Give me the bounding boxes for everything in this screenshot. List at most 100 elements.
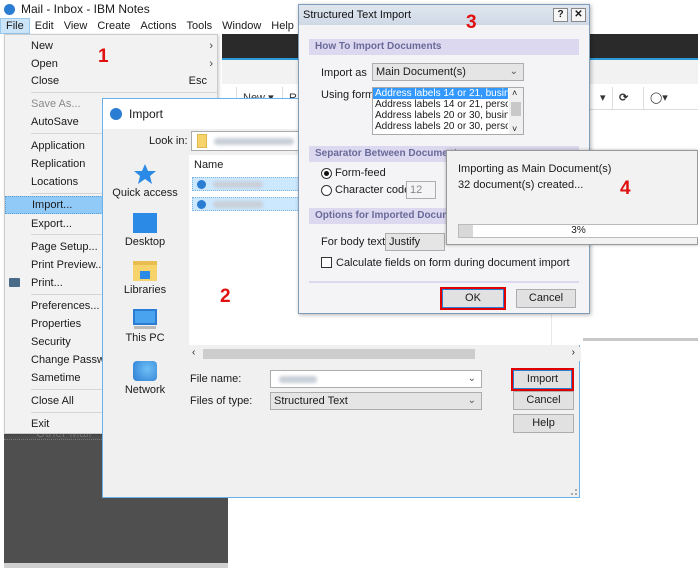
cancel-button[interactable]: Cancel — [516, 289, 576, 308]
folder-icon — [197, 134, 207, 148]
name-column-header[interactable]: Name — [194, 159, 223, 171]
separator — [31, 92, 217, 93]
menu-item-close[interactable]: Close Esc — [5, 72, 217, 90]
computer-icon — [133, 309, 157, 325]
toolbar-dropdown[interactable]: ▾ — [594, 87, 612, 109]
using-form-list[interactable]: Address labels 14 or 21, business Addres… — [372, 87, 524, 135]
menu-tools[interactable]: Tools — [181, 18, 217, 34]
scroll-right-icon[interactable]: › — [572, 347, 575, 358]
ok-button[interactable]: OK — [440, 287, 506, 310]
form-feed-label: Form-feed — [335, 167, 386, 179]
refresh-button[interactable]: ⟳ — [612, 87, 634, 109]
keyboard-icon — [134, 326, 156, 329]
help-icon[interactable]: ? — [553, 8, 568, 22]
chat-bubble-icon: ◯▾ — [650, 92, 668, 104]
network-icon — [133, 361, 157, 381]
import-button[interactable]: Import — [511, 368, 574, 391]
dialog-title: Import — [129, 107, 164, 121]
scroll-down-icon[interactable]: ˅ — [512, 124, 517, 134]
menu-file[interactable]: File — [0, 18, 30, 34]
submenu-arrow-icon: › — [209, 40, 213, 52]
chat-button[interactable]: ◯▾ — [643, 87, 674, 109]
progress-bar: 3% — [458, 224, 698, 238]
resize-grip[interactable] — [571, 489, 577, 495]
form-option[interactable]: Address labels 14 or 21, personal — [373, 99, 508, 110]
close-icon[interactable]: ✕ — [571, 8, 586, 22]
redacted-filename — [279, 376, 317, 383]
label: Print... — [31, 277, 63, 289]
file-name-input[interactable]: ⌄ — [270, 370, 482, 388]
scroll-up-icon[interactable]: ˄ — [512, 88, 517, 98]
menu-actions[interactable]: Actions — [135, 18, 181, 34]
redacted-path — [214, 138, 294, 145]
menu-create[interactable]: Create — [92, 18, 135, 34]
radio-form-feed[interactable] — [321, 168, 332, 179]
place-desktop[interactable]: Desktop — [103, 213, 187, 248]
character-code-input[interactable]: 12 — [406, 181, 436, 199]
radio-character-code[interactable] — [321, 185, 332, 196]
notes-file-icon — [197, 200, 206, 209]
step-2-marker: 2 — [220, 286, 231, 307]
form-option[interactable]: Address labels 14 or 21, business — [373, 88, 508, 99]
calculate-fields-checkbox[interactable] — [321, 257, 332, 268]
progress-percent: 3% — [571, 225, 586, 236]
dialog-title: Structured Text Import — [303, 9, 412, 21]
redacted-filename — [213, 201, 263, 208]
step-4-marker: 4 — [620, 178, 631, 199]
dropdown-arrow-icon: ▾ — [600, 92, 606, 104]
place-network[interactable]: Network — [103, 361, 187, 396]
form-option[interactable]: Address labels 20 or 30, business — [373, 110, 508, 121]
using-form-label: Using form — [321, 89, 375, 101]
scroll-left-icon[interactable]: ‹ — [192, 347, 195, 358]
pane-scrollbar[interactable] — [4, 563, 228, 568]
menu-item-open[interactable]: Open › — [5, 55, 217, 73]
look-in-label: Look in: — [149, 135, 188, 147]
file-name-label: File name: — [190, 373, 242, 385]
redacted-filename — [213, 181, 263, 188]
menu-view[interactable]: View — [59, 18, 93, 34]
chevron-down-icon: ⌄ — [467, 395, 476, 406]
label: New — [31, 40, 54, 52]
import-as-label: Import as — [321, 67, 367, 79]
menubar: File Edit View Create Actions Tools Wind… — [0, 18, 298, 34]
notes-file-icon — [197, 180, 206, 189]
progress-status-line: Importing as Main Document(s) — [458, 163, 612, 175]
divider — [309, 281, 579, 283]
place-libraries[interactable]: Libraries — [103, 261, 187, 296]
form-option[interactable]: Address labels 20 or 30, personal — [373, 121, 508, 132]
label: Libraries — [123, 284, 167, 296]
divider — [583, 338, 698, 341]
vertical-scrollbar[interactable]: ˄ ˅ — [509, 88, 523, 134]
label: Close — [31, 75, 60, 87]
selected-value: Structured Text — [274, 395, 348, 407]
submenu-arrow-icon: › — [209, 58, 213, 70]
ibm-notes-logo-icon — [4, 3, 15, 15]
shortcut: Esc — [188, 75, 207, 87]
step-1-marker: 1 — [98, 46, 109, 67]
horizontal-scrollbar[interactable]: ‹ › — [189, 347, 581, 361]
body-text-label: For body text — [321, 236, 386, 248]
menu-item-new[interactable]: New › — [5, 37, 217, 55]
import-as-select[interactable]: Main Document(s) ⌄ — [372, 63, 524, 81]
menu-help[interactable]: Help — [266, 18, 299, 34]
ibm-notes-logo-icon — [110, 108, 122, 120]
calculate-fields-label: Calculate fields on form during document… — [336, 257, 570, 269]
label: Network — [124, 384, 166, 396]
sti-title-bar: Structured Text Import — [299, 5, 589, 25]
scroll-thumb[interactable] — [203, 349, 475, 359]
place-this-pc[interactable]: This PC — [103, 309, 187, 344]
body-text-select[interactable]: Justify — [385, 233, 445, 251]
label: Quick access — [112, 187, 178, 199]
label: Open — [31, 58, 58, 70]
cancel-button[interactable]: Cancel — [513, 391, 574, 410]
progress-fill — [459, 225, 474, 237]
place-quick-access[interactable]: Quick access — [103, 163, 187, 199]
files-of-type-select[interactable]: Structured Text ⌄ — [270, 392, 482, 410]
help-button[interactable]: Help — [513, 414, 574, 433]
menu-edit[interactable]: Edit — [30, 18, 59, 34]
libraries-icon — [133, 261, 157, 281]
menu-window[interactable]: Window — [217, 18, 266, 34]
step-3-marker: 3 — [466, 12, 477, 33]
chevron-down-icon: ⌄ — [467, 373, 476, 384]
scroll-thumb[interactable] — [511, 102, 521, 116]
